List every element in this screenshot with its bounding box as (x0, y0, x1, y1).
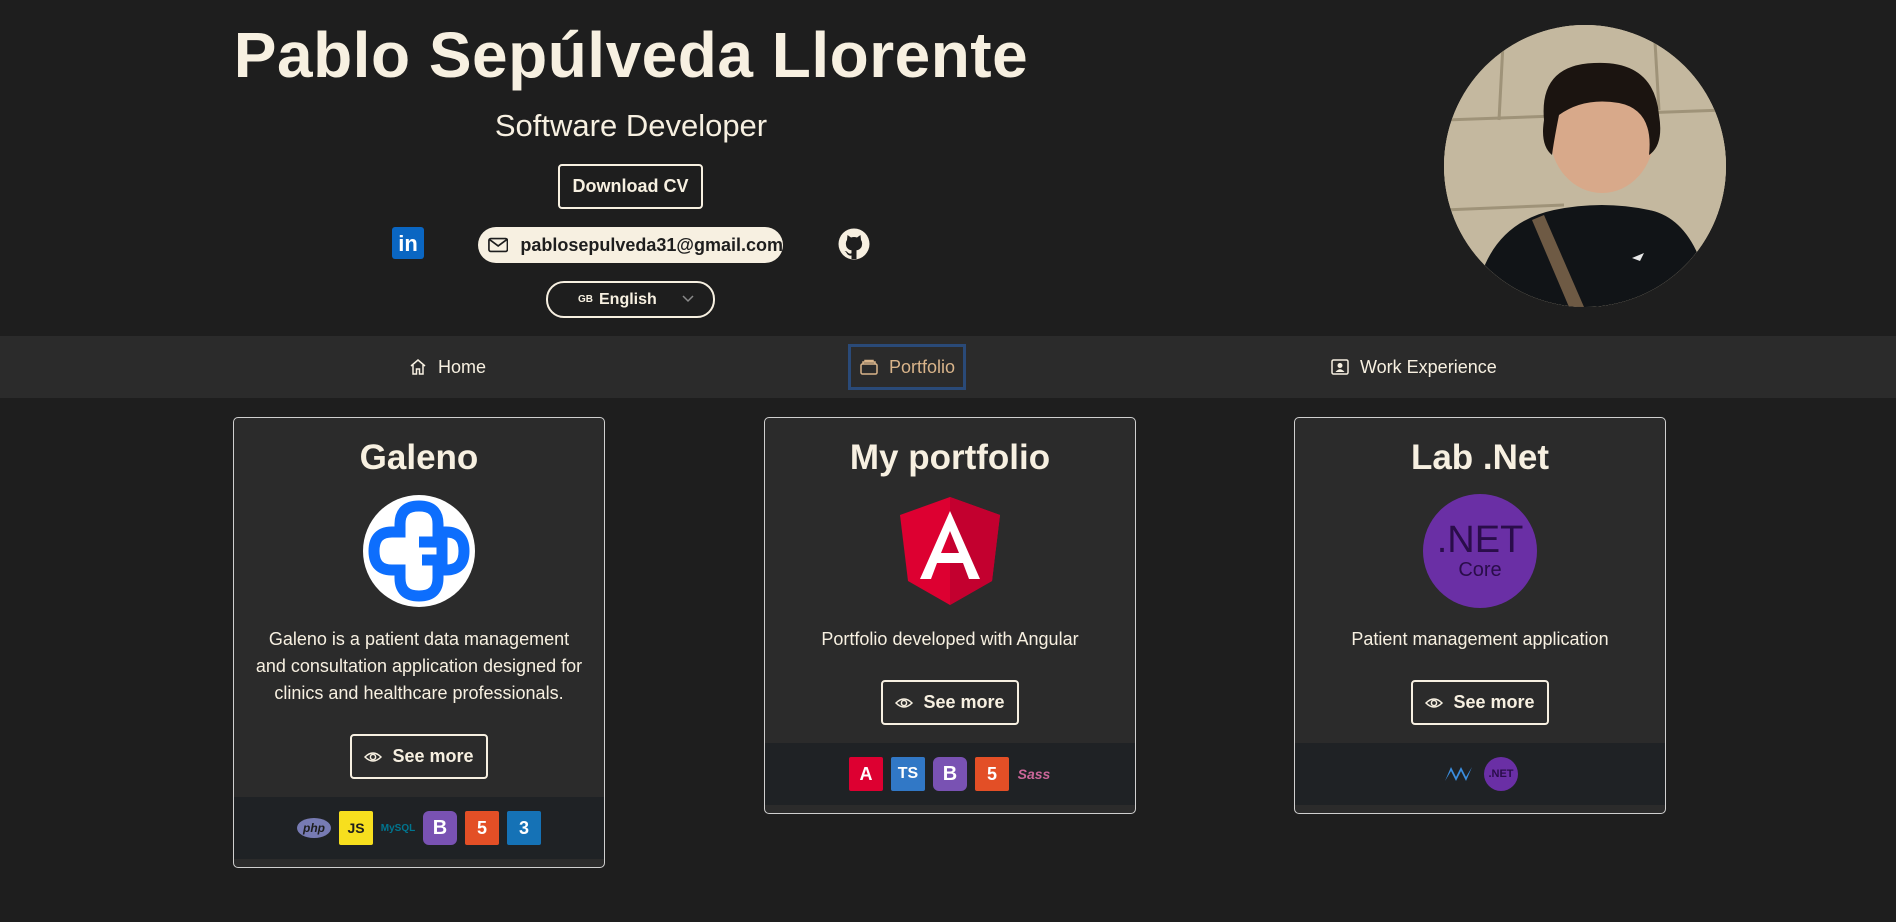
owner-name: Pablo Sepúlveda Llorente (233, 19, 1029, 91)
profile-photo (1444, 25, 1726, 307)
angular-icon: A (849, 757, 883, 791)
dotnet-logo-text: .NET (1436, 519, 1524, 561)
typescript-icon: TS (891, 757, 925, 791)
see-more-button[interactable]: See more (1411, 680, 1549, 725)
chevron-down-icon (682, 295, 694, 303)
nav-item-work-experience[interactable]: Work Experience (1330, 344, 1497, 390)
eye-icon (895, 697, 914, 708)
person-badge-icon (1331, 359, 1349, 375)
dotnet-icon (1445, 767, 1472, 781)
header: Pablo Sepúlveda Llorente Software Develo… (0, 0, 1896, 336)
project-card-galeno: Galeno Galeno is a patient data manageme… (233, 417, 605, 868)
email-text: pablosepulveda31@gmail.com (520, 234, 783, 255)
tech-stack: .NET (1295, 743, 1665, 805)
mail-icon (488, 237, 509, 253)
eye-icon (364, 751, 383, 762)
home-icon (410, 359, 426, 375)
nav-label: Work Experience (1360, 356, 1497, 377)
download-cv-button[interactable]: Download CV (558, 164, 703, 209)
language-select[interactable]: GB English (546, 281, 715, 318)
see-more-label: See more (392, 746, 474, 766)
nav-label: Home (438, 356, 487, 377)
tech-stack: A TS B 5 Sass (765, 743, 1135, 805)
html5-icon: 5 (465, 811, 499, 845)
angular-logo-icon (893, 494, 1007, 608)
nav-item-home[interactable]: Home (408, 344, 486, 390)
github-icon[interactable] (838, 228, 870, 260)
tech-stack: php JS MySQL B 5 3 (234, 797, 604, 859)
mysql-icon: MySQL (380, 822, 416, 834)
php-icon: php (297, 818, 331, 838)
card-description: Portfolio developed with Angular (821, 629, 1079, 649)
eye-icon (1425, 697, 1444, 708)
card-description: Patient management application (1351, 629, 1609, 649)
bootstrap-icon: B (423, 811, 457, 845)
main-nav: Home Portfolio Work Experience (0, 336, 1896, 398)
project-card-lab-net: Lab .Net .NET Core Patient management ap… (1294, 417, 1666, 814)
css3-icon: 3 (507, 811, 541, 845)
flag-icon: GB (578, 294, 593, 305)
see-more-button[interactable]: See more (881, 680, 1019, 725)
nav-label: Portfolio (888, 356, 956, 377)
nav-item-portfolio[interactable]: Portfolio (848, 344, 966, 390)
see-more-label: See more (923, 692, 1005, 712)
briefcase-icon (860, 359, 878, 375)
sass-icon: Sass (1017, 766, 1051, 782)
language-label: English (599, 290, 657, 308)
project-card-portfolio: My portfolio Portfolio developed with An… (764, 417, 1136, 814)
card-title: My portfolio (849, 438, 1051, 477)
linkedin-icon[interactable]: in (392, 227, 424, 259)
see-more-button[interactable]: See more (350, 734, 488, 779)
html5-icon: 5 (975, 757, 1009, 791)
owner-role: Software Developer (494, 108, 768, 143)
dotnet-core-icon: .NET (1484, 757, 1518, 791)
galeno-logo-icon (362, 494, 476, 608)
dotnet-core-logo-icon: .NET Core (1423, 494, 1537, 608)
javascript-icon: JS (339, 811, 373, 845)
card-title: Galeno (359, 438, 479, 477)
see-more-label: See more (1453, 692, 1535, 712)
dotnet-logo-sub: Core (1458, 559, 1502, 581)
card-title: Lab .Net (1410, 438, 1550, 477)
card-description: Galeno is a patient data management and … (255, 629, 583, 703)
bootstrap-icon: B (933, 757, 967, 791)
email-pill[interactable]: pablosepulveda31@gmail.com (478, 227, 783, 263)
